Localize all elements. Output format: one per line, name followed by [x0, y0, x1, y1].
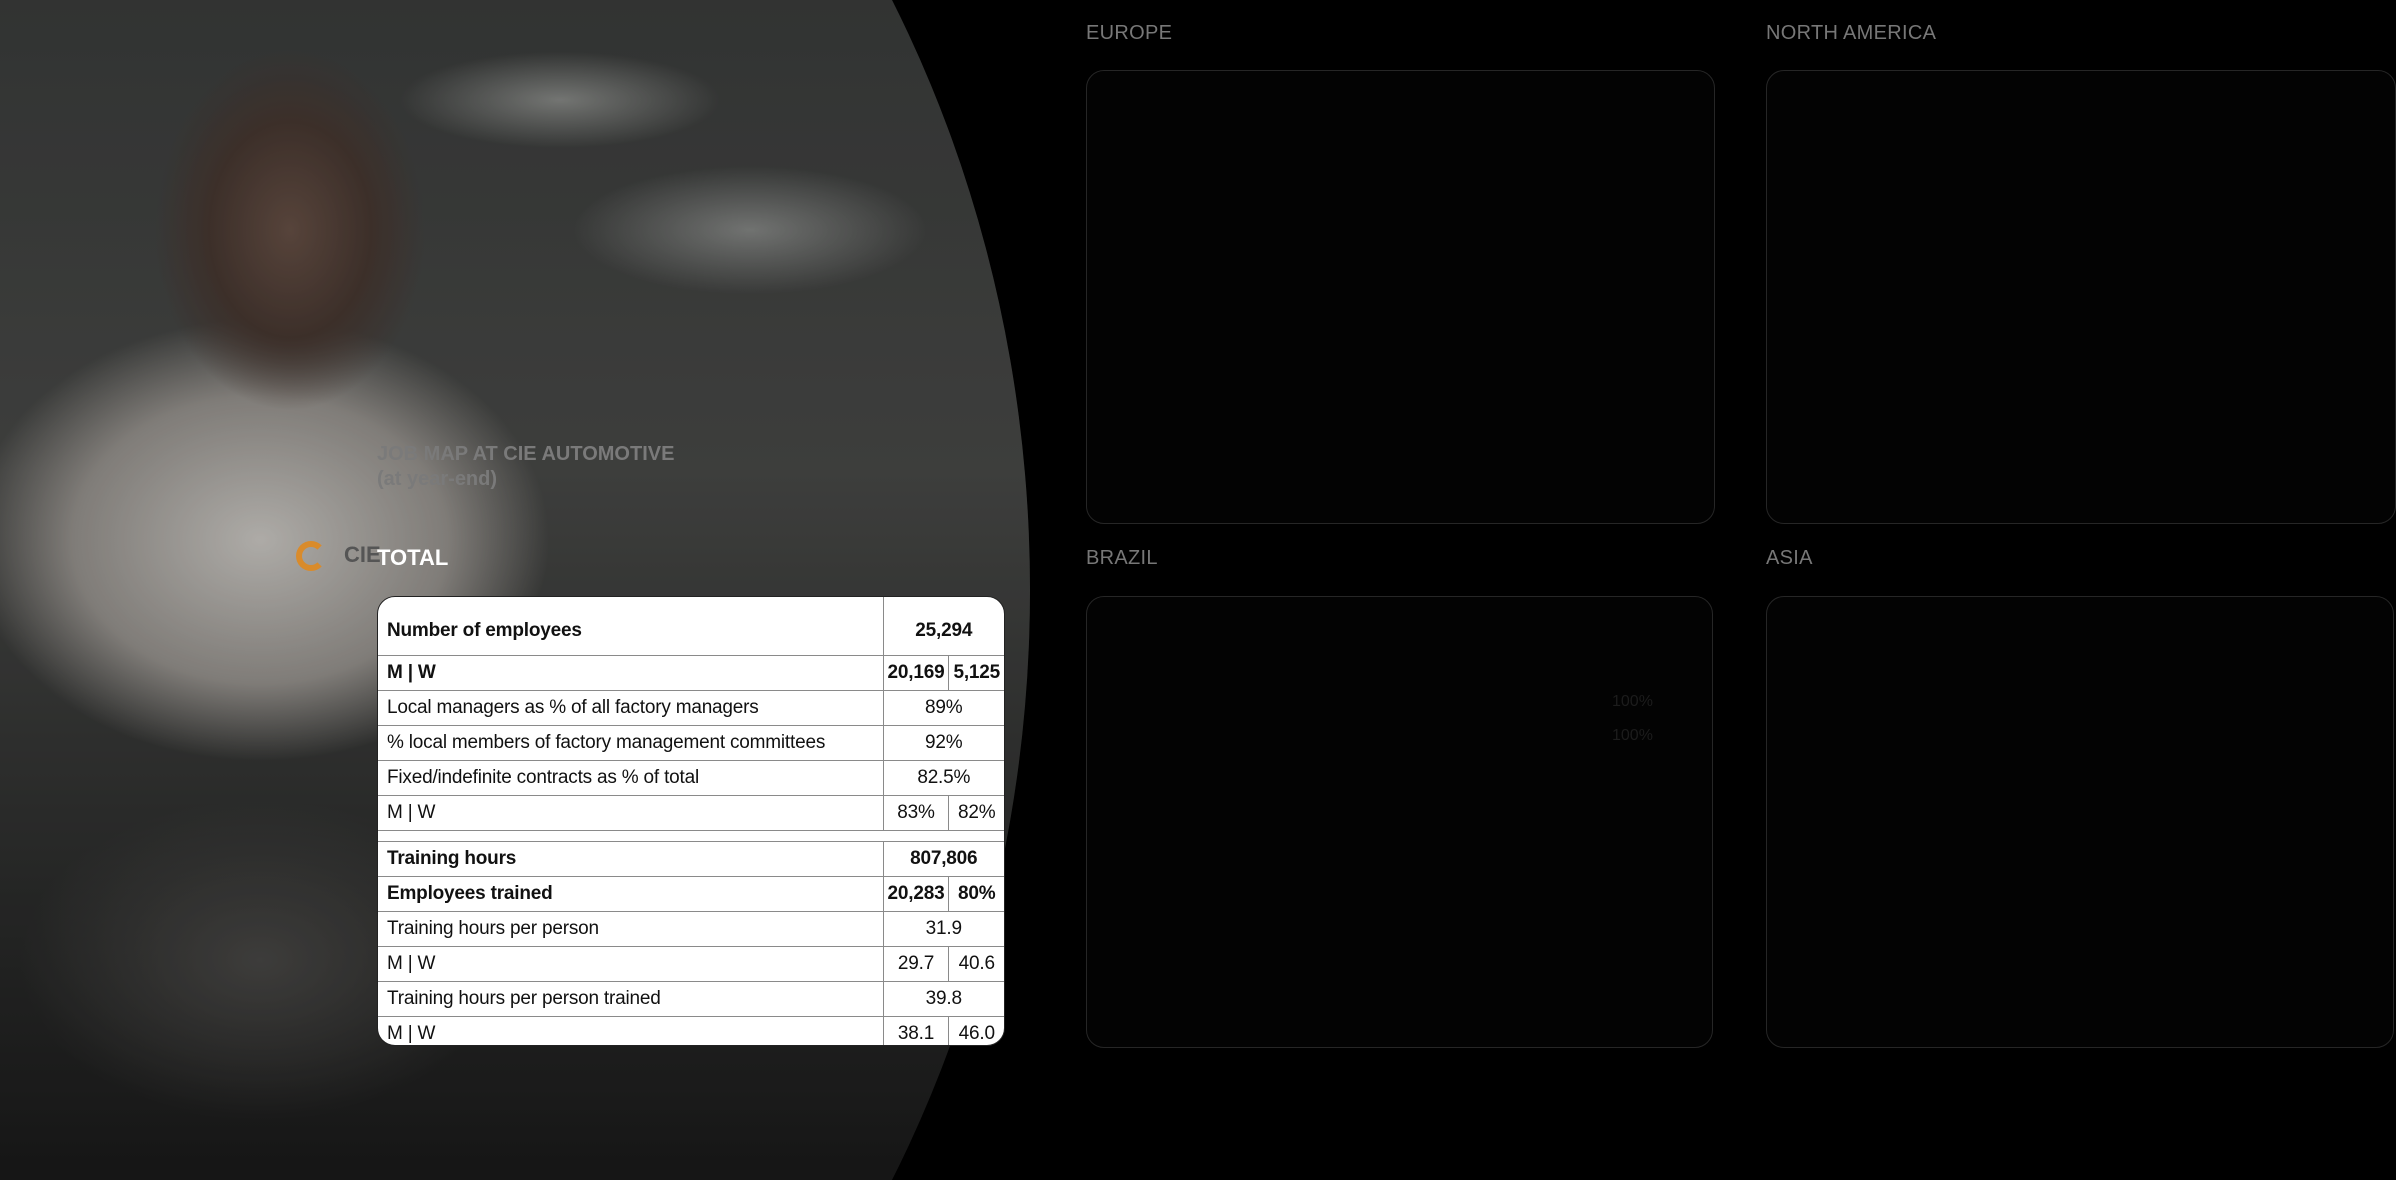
row-value: 31.9	[882, 911, 1004, 947]
row-label: Fixed/indefinite contracts as % of total	[378, 760, 884, 796]
total-table: Number of employees 25,294 M | W 20,169 …	[378, 597, 1004, 1045]
table-row: M | W 83% 82%	[378, 795, 1004, 831]
table-row: Training hours 807,806	[378, 841, 1004, 877]
row-value-women: 40.6	[948, 946, 1004, 982]
row-value-women: 5,125	[948, 655, 1004, 691]
row-label: M | W	[378, 946, 884, 982]
job-map-title-line2: (at year-end)	[377, 468, 498, 490]
row-label: Training hours per person trained	[378, 981, 884, 1017]
row-value: 25,294	[882, 597, 1004, 656]
table-row: Fixed/indefinite contracts as % of total…	[378, 760, 1004, 796]
total-table-card: Number of employees 25,294 M | W 20,169 …	[377, 596, 1005, 1046]
row-value-women: 82%	[948, 795, 1004, 831]
table-row: M | W 20,169 5,125	[378, 655, 1004, 691]
region-panel-brazil[interactable]: 100% 100%	[1086, 596, 1713, 1048]
row-value-women: 80%	[948, 876, 1004, 912]
table-row: Number of employees 25,294	[378, 597, 1004, 656]
table-row: Training hours per person 31.9	[378, 911, 1004, 947]
region-label-europe: EUROPE	[1086, 22, 1173, 44]
table-row: M | W 38.1 46.0	[378, 1016, 1004, 1045]
region-label-asia: ASIA	[1766, 547, 1813, 569]
region-label-brazil: BRAZIL	[1086, 547, 1158, 569]
row-label: Training hours per person	[378, 911, 884, 947]
job-map-title: JOB MAP AT CIE AUTOMOTIVE (at year-end)	[377, 442, 797, 492]
table-row: Local managers as % of all factory manag…	[378, 690, 1004, 726]
brazil-faded-value: 100%	[1612, 727, 1653, 744]
row-value: 807,806	[882, 841, 1004, 877]
row-value-men: 20,283	[882, 876, 949, 912]
job-map-title-line1: JOB MAP AT CIE AUTOMOTIVE	[377, 443, 675, 465]
row-label: M | W	[387, 1023, 436, 1044]
row-value-men: 38.1	[882, 1016, 949, 1045]
row-value-men: 20,169	[882, 655, 949, 691]
total-heading: TOTAL	[377, 545, 449, 570]
table-divider	[378, 830, 1004, 842]
region-panel-north-america[interactable]	[1766, 70, 2396, 524]
row-label: % local members of factory management co…	[378, 725, 884, 761]
row-label: Training hours	[378, 841, 884, 877]
row-value-men: 29.7	[882, 946, 949, 982]
table-row: Training hours per person trained 39.8	[378, 981, 1004, 1017]
table-row: M | W 29.7 40.6	[378, 946, 1004, 982]
cie-logo-icon	[296, 541, 326, 571]
brazil-faded-value: 100%	[1612, 693, 1653, 710]
region-label-north-america: NORTH AMERICA	[1766, 22, 1937, 44]
region-panel-asia[interactable]	[1766, 596, 2394, 1048]
row-value: 92%	[882, 725, 1004, 761]
row-value-men: 83%	[882, 795, 949, 831]
row-value: 39.8	[882, 981, 1004, 1017]
row-label: M | W	[378, 795, 884, 831]
row-label: Local managers as % of all factory manag…	[378, 690, 884, 726]
row-value: 89%	[882, 690, 1004, 726]
table-row: Employees trained 20,283 80%	[378, 876, 1004, 912]
table-row: % local members of factory management co…	[378, 725, 1004, 761]
region-panel-europe[interactable]	[1086, 70, 1715, 524]
row-label: M | W	[378, 655, 884, 691]
row-value: 82.5%	[882, 760, 1004, 796]
row-label: Employees trained	[378, 876, 884, 912]
row-value-women: 46.0	[948, 1016, 1004, 1045]
row-label: Number of employees	[378, 597, 884, 656]
shirt-logo-text: CIE	[344, 542, 381, 567]
